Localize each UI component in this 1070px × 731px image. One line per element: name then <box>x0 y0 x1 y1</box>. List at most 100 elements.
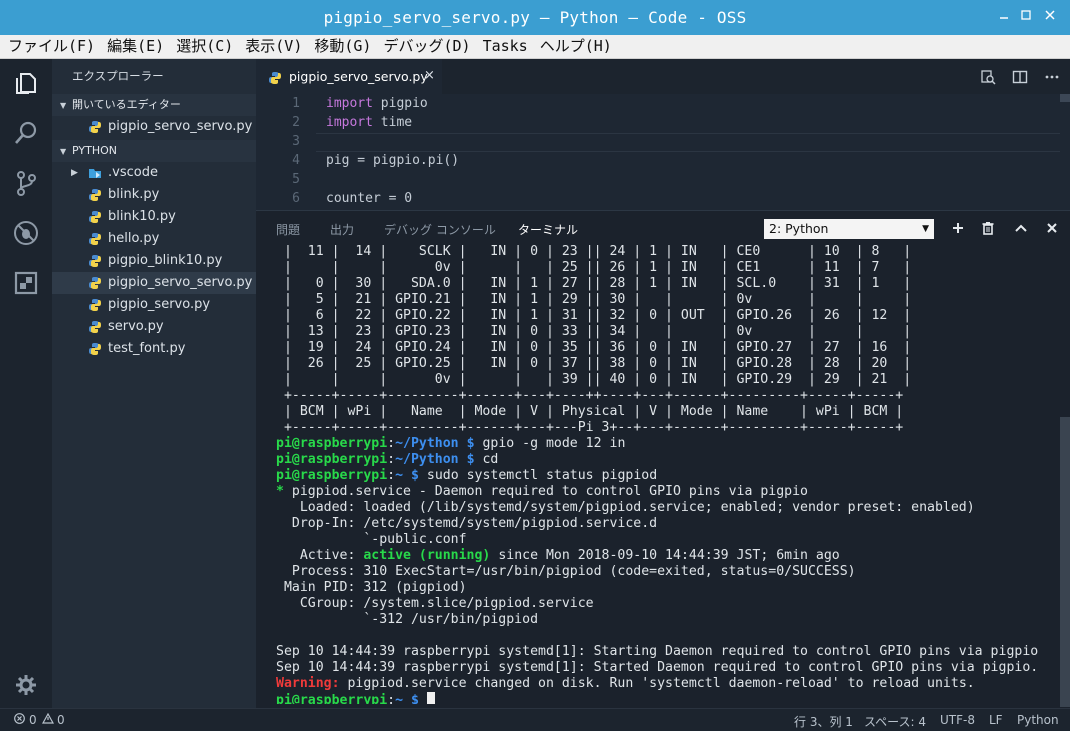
extensions-icon[interactable] <box>12 269 40 297</box>
menu-go[interactable]: 移動(G) <box>310 35 375 58</box>
search-icon[interactable] <box>12 119 40 147</box>
code-line: pig = pigpio.pi() <box>326 153 459 168</box>
terminal-line: | 26 | 25 | GPIO.25 | IN | 0 | 37 || 38 … <box>276 356 912 371</box>
python-file-icon <box>88 298 102 312</box>
terminal-line: | BCM | wPi | Name | Mode | V | Physical… <box>276 404 904 419</box>
dropdown-arrow-icon: ▼ <box>922 224 929 234</box>
encoding[interactable]: UTF-8 <box>940 713 975 727</box>
line-number: 1 <box>292 96 300 111</box>
file-item[interactable]: test_font.py <box>52 338 256 360</box>
folder-item-vscode[interactable]: ▶ .vscode <box>52 162 256 184</box>
terminal-output[interactable]: | 11 | 14 | SCLK | IN | 0 | 23 || 24 | 1… <box>276 244 1060 704</box>
debug-icon[interactable] <box>12 219 40 247</box>
line-ending[interactable]: LF <box>989 713 1003 727</box>
plus-icon[interactable] <box>950 220 966 236</box>
menu-file[interactable]: ファイル(F) <box>4 35 99 58</box>
indentation[interactable]: スペース: 4 <box>864 713 926 730</box>
tab-problems[interactable]: 問題 <box>276 221 300 238</box>
terminal-scrollbar[interactable] <box>1060 417 1070 707</box>
source-control-icon[interactable] <box>12 169 40 197</box>
terminal-select-value: 2: Python <box>769 221 829 236</box>
close-icon[interactable] <box>1044 220 1060 236</box>
file-item[interactable]: servo.py <box>52 316 256 338</box>
split-editor-icon[interactable] <box>1012 69 1028 85</box>
file-item[interactable]: pigpio_blink10.py <box>52 250 256 272</box>
code-line: import time <box>326 115 412 130</box>
terminal-line: | 0 | 30 | SDA.0 | IN | 1 | 27 || 28 | 1… <box>276 276 912 291</box>
python-file-icon <box>88 320 102 334</box>
terminal-line: | 19 | 24 | GPIO.24 | IN | 0 | 35 || 36 … <box>276 340 912 355</box>
cursor-position[interactable]: 行 3、列 1 <box>794 713 853 730</box>
error-count[interactable]: 0 <box>29 713 37 727</box>
python-folder-label: PYTHON <box>72 144 117 157</box>
gear-icon[interactable] <box>12 671 40 699</box>
close-icon[interactable]: × <box>424 68 435 83</box>
terminal-line: +-----+-----+---------+------+---+---Pi … <box>276 420 904 435</box>
warning-count[interactable]: 0 <box>57 713 65 727</box>
warning-icon[interactable] <box>41 712 55 727</box>
tab-output[interactable]: 出力 <box>330 221 354 238</box>
tab-debug-console[interactable]: デバッグ コンソール <box>384 221 496 238</box>
file-item-selected[interactable]: pigpio_servo_servo.py <box>52 272 256 294</box>
menu-debug[interactable]: デバッグ(D) <box>379 35 474 58</box>
file-item[interactable]: blink10.py <box>52 206 256 228</box>
file-item[interactable]: hello.py <box>52 228 256 250</box>
code-editor[interactable]: 1 import pigpio 2 import time 3 4 pig = … <box>256 94 1070 210</box>
prompt-path: ~/Python <box>395 436 459 451</box>
error-icon[interactable] <box>14 713 25 727</box>
explorer-icon[interactable] <box>12 69 40 97</box>
editor-tab[interactable]: pigpio_servo_servo.py × <box>256 59 442 94</box>
menu-tasks[interactable]: Tasks <box>479 35 532 58</box>
menu-help[interactable]: ヘルプ(H) <box>536 35 616 58</box>
maximize-icon[interactable] <box>1016 7 1036 27</box>
menu-edit[interactable]: 編集(E) <box>103 35 168 58</box>
code-line: counter = 0 <box>326 191 412 206</box>
open-changes-icon[interactable] <box>980 69 996 85</box>
menu-selection[interactable]: 選択(C) <box>172 35 237 58</box>
open-editors-section[interactable]: ▼ 開いているエディター <box>52 94 256 116</box>
terminal-line: Main PID: 312 (pigpiod) <box>276 580 467 595</box>
open-editors-label: 開いているエディター <box>72 98 181 111</box>
open-editor-label: pigpio_servo_servo.py <box>108 119 253 134</box>
file-label: test_font.py <box>108 341 186 356</box>
file-item[interactable]: pigpio_servo.py <box>52 294 256 316</box>
terminal-line: | | | 0v | | | 39 || 40 | 0 | IN | GPIO.… <box>276 372 912 387</box>
prompt-user: pi@raspberrypi <box>276 693 388 704</box>
menu-view[interactable]: 表示(V) <box>241 35 306 58</box>
bottom-panel: 問題 出力 デバッグ コンソール ターミナル 2: Python ▼ | 11 |… <box>256 210 1070 708</box>
terminal-select[interactable]: 2: Python ▼ <box>764 219 934 239</box>
warning-label: Warning: <box>276 676 340 691</box>
editor-tab-label: pigpio_servo_servo.py <box>289 69 428 84</box>
active-rest: since Mon 2018-09-10 14:44:39 JST; 6min … <box>490 548 840 563</box>
close-window-icon[interactable] <box>1040 7 1060 27</box>
python-file-icon <box>88 232 102 246</box>
terminal-line: CGroup: /system.slice/pigpiod.service <box>276 596 594 611</box>
terminal-line: | 11 | 14 | SCLK | IN | 0 | 23 || 24 | 1… <box>276 244 912 259</box>
vscode-folder-icon <box>88 166 102 180</box>
menu-bar: ファイル(F) 編集(E) 選択(C) 表示(V) 移動(G) デバッグ(D) Tasks ヘ… <box>0 35 1070 59</box>
python-file-icon <box>88 210 102 224</box>
file-item[interactable]: blink.py <box>52 184 256 206</box>
minimap-slider[interactable] <box>1060 94 1070 102</box>
line-number: 4 <box>292 153 300 168</box>
current-line-highlight <box>316 133 1060 152</box>
more-actions-icon[interactable] <box>1044 69 1060 85</box>
python-folder-section[interactable]: ▼ PYTHON <box>52 140 256 162</box>
chevron-up-icon[interactable] <box>1013 220 1029 236</box>
minimize-icon[interactable] <box>994 7 1014 27</box>
trash-icon[interactable] <box>980 220 996 236</box>
python-file-icon <box>88 188 102 202</box>
terminal-line: Active: active (running) since Mon 2018-… <box>276 548 1060 564</box>
terminal-line: | | | 0v | | | 25 || 26 | 1 | IN | CE1 |… <box>276 260 912 275</box>
tab-terminal[interactable]: ターミナル <box>518 221 578 238</box>
language-mode[interactable]: Python <box>1017 713 1059 727</box>
terminal-prompt-line: pi@raspberrypi:~ $ sudo systemctl status… <box>276 468 658 483</box>
open-editor-item[interactable]: pigpio_servo_servo.py <box>52 116 256 138</box>
python-file-icon <box>88 276 102 290</box>
chevron-down-icon: ▼ <box>60 147 67 156</box>
chevron-right-icon: ▶ <box>71 168 78 178</box>
status-bullet: * <box>276 484 284 499</box>
prompt-user: pi@raspberrypi <box>276 468 388 483</box>
status-bar: 0 0 行 3、列 1 スペース: 4 UTF-8 LF Python <box>0 708 1070 731</box>
